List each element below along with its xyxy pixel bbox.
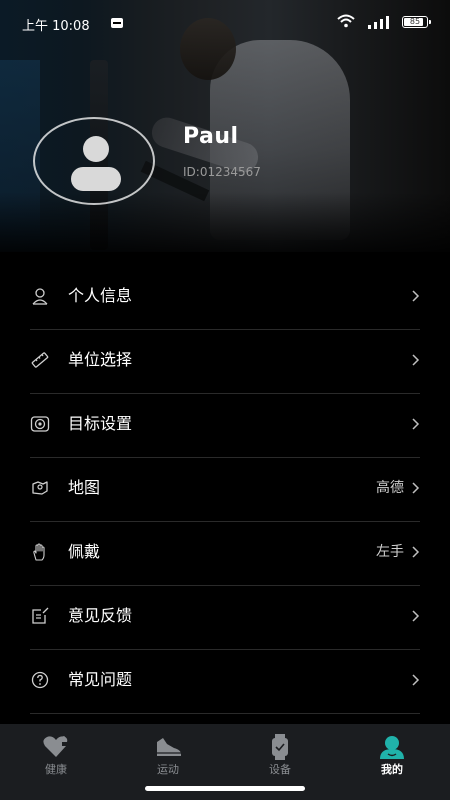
- ruler-icon: [31, 352, 49, 368]
- user-name[interactable]: Paul: [183, 124, 239, 149]
- tab-device[interactable]: 设备: [224, 724, 336, 784]
- tab-health[interactable]: 健康: [0, 724, 112, 784]
- menu-item-feedback[interactable]: 意见反馈: [30, 586, 420, 650]
- target-icon: [30, 416, 50, 432]
- battery-level: 85: [409, 17, 421, 26]
- user-id: ID:01234567: [183, 165, 261, 179]
- status-time: 上午 10:08: [22, 19, 90, 34]
- map-icon: [32, 481, 48, 495]
- menu-label: 常见问题: [68, 670, 133, 689]
- home-indicator[interactable]: [145, 786, 305, 791]
- menu-label: 单位选择: [68, 350, 133, 369]
- menu-label: 个人信息: [68, 286, 133, 305]
- chevron-right-icon: [412, 674, 420, 686]
- menu-label: 目标设置: [68, 414, 133, 433]
- menu-item-unit-select[interactable]: 单位选择: [30, 330, 420, 394]
- wifi-icon: [337, 14, 355, 28]
- person-icon: [32, 288, 48, 305]
- tab-label: 健康: [45, 763, 67, 776]
- settings-menu: 个人信息 单位选择 目标设置 地图 高德 佩戴 左手 意见反馈 常见问题: [0, 266, 450, 714]
- tab-label: 运动: [157, 763, 179, 776]
- menu-value: 高德: [376, 480, 404, 496]
- menu-item-personal-info[interactable]: 个人信息: [30, 266, 420, 330]
- heart-plus-icon: [43, 736, 68, 757]
- menu-value: 左手: [376, 544, 404, 560]
- battery-icon: 85: [402, 16, 431, 28]
- tab-label: 我的: [381, 763, 403, 776]
- menu-item-goal-settings[interactable]: 目标设置: [30, 394, 420, 458]
- chevron-right-icon: [412, 546, 420, 558]
- tab-label: 设备: [269, 763, 291, 776]
- signal-icon: [368, 16, 389, 29]
- tab-me[interactable]: 我的: [336, 724, 448, 784]
- menu-label: 佩戴: [68, 542, 101, 561]
- chevron-right-icon: [412, 418, 420, 430]
- chevron-right-icon: [412, 482, 420, 494]
- menu-item-faq[interactable]: 常见问题: [30, 650, 420, 714]
- message-notification-icon: [111, 18, 123, 28]
- chevron-right-icon: [412, 290, 420, 302]
- menu-label: 地图: [68, 478, 101, 497]
- shoe-icon: [157, 738, 181, 756]
- menu-label: 意见反馈: [68, 606, 133, 625]
- watch-icon: [272, 734, 288, 760]
- chevron-right-icon: [412, 354, 420, 366]
- menu-item-wear[interactable]: 佩戴 左手: [30, 522, 420, 586]
- avatar[interactable]: [33, 117, 155, 205]
- question-icon: [31, 671, 49, 689]
- hand-icon: [33, 543, 45, 561]
- default-avatar-icon: [71, 136, 121, 191]
- edit-icon: [32, 607, 49, 624]
- menu-item-map[interactable]: 地图 高德: [30, 458, 420, 522]
- status-bar: 上午 10:08 85: [0, 0, 450, 46]
- tab-sport[interactable]: 运动: [112, 724, 224, 784]
- user-icon: [380, 736, 404, 759]
- chevron-right-icon: [412, 610, 420, 622]
